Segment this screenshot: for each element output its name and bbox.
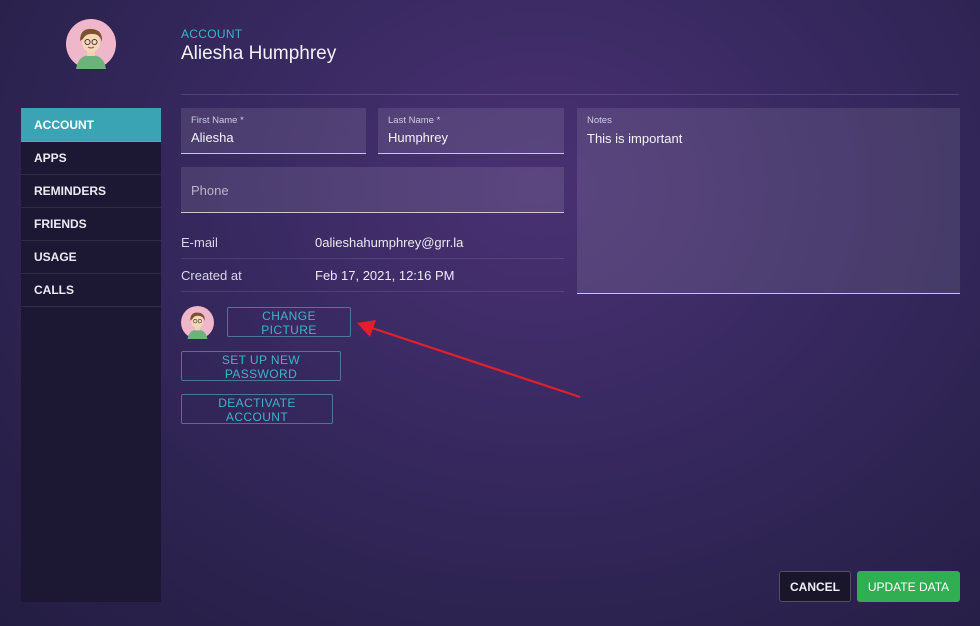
created-at-row: Created at Feb 17, 2021, 12:16 PM [181,259,564,292]
sidebar-item-usage[interactable]: USAGE [21,241,161,274]
avatar [66,19,116,69]
last-name-label: Last Name * [388,115,441,126]
phone-field[interactable]: Phone [181,167,564,213]
notes-label: Notes [587,115,612,126]
last-name-field[interactable]: Last Name * Humphrey [378,108,564,154]
cancel-button[interactable]: CANCEL [779,571,851,602]
notes-field[interactable]: Notes This is important [577,108,960,294]
email-row: E-mail 0alieshahumphrey@grr.la [181,226,564,259]
notes-value: This is important [587,131,683,146]
update-data-button[interactable]: UPDATE DATA [857,571,960,602]
created-at-value: Feb 17, 2021, 12:16 PM [315,268,455,283]
first-name-field[interactable]: First Name * Aliesha [181,108,366,154]
first-name-label: First Name * [191,115,244,126]
header-divider [181,94,959,95]
first-name-value: Aliesha [191,130,234,145]
sidebar-item-apps[interactable]: APPS [21,142,161,175]
avatar [181,306,214,339]
last-name-value: Humphrey [388,130,448,145]
email-value: 0alieshahumphrey@grr.la [315,235,464,250]
sidebar-item-account[interactable]: ACCOUNT [21,108,161,142]
change-picture-button[interactable]: CHANGE PICTURE [227,307,351,337]
deactivate-account-button[interactable]: DEACTIVATE ACCOUNT [181,394,333,424]
page-title: Aliesha Humphrey [181,43,337,64]
sidebar: ACCOUNT APPS REMINDERS FRIENDS USAGE CAL… [21,108,161,602]
created-at-label: Created at [181,268,242,283]
sidebar-item-friends[interactable]: FRIENDS [21,208,161,241]
phone-placeholder: Phone [191,183,229,198]
sidebar-item-reminders[interactable]: REMINDERS [21,175,161,208]
page-section-label: ACCOUNT [181,27,243,41]
email-label: E-mail [181,235,218,250]
sidebar-item-calls[interactable]: CALLS [21,274,161,307]
set-up-new-password-button[interactable]: SET UP NEW PASSWORD [181,351,341,381]
